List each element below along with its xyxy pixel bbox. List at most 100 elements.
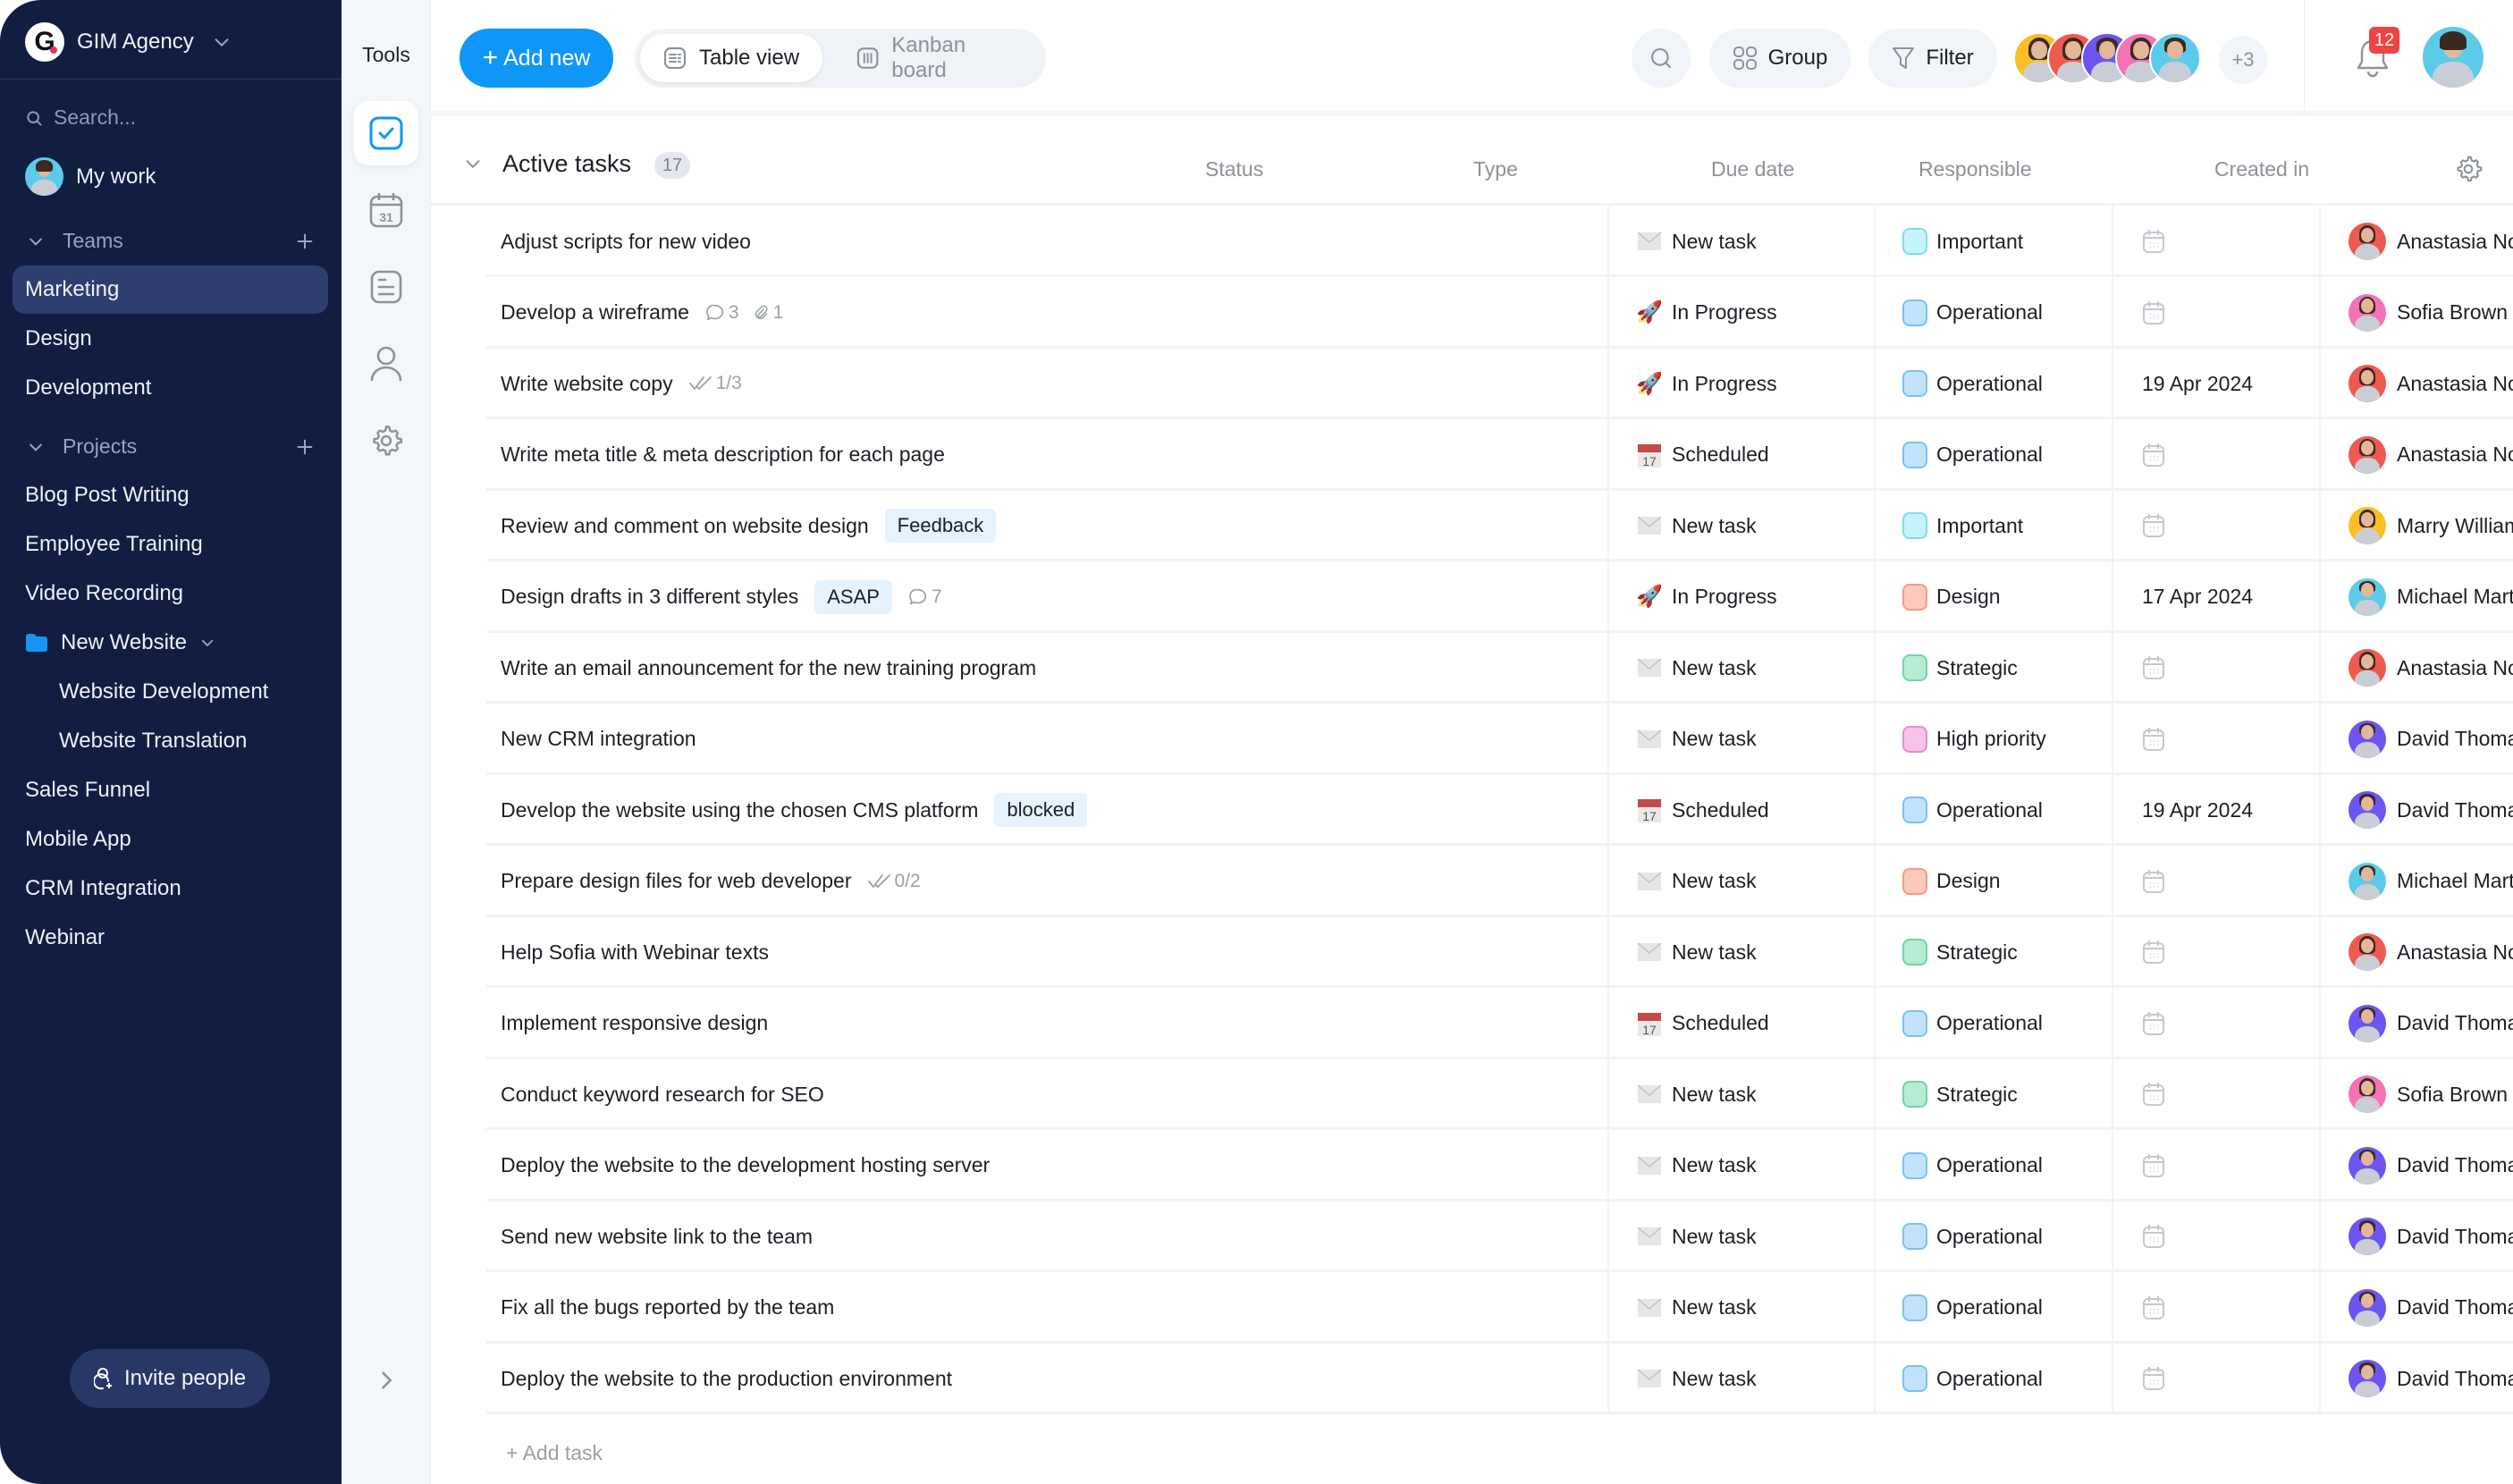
table-row[interactable]: New CRM integration New task High priori… [486, 703, 2513, 775]
responsible-cell[interactable]: Anastasia Novak [2349, 206, 2513, 277]
tool-tasks[interactable] [354, 101, 418, 165]
status-cell[interactable]: 🚀 In Progress [1636, 348, 1777, 419]
type-cell[interactable]: Operational [1902, 1343, 2043, 1414]
due-date-cell[interactable] [2142, 916, 2165, 988]
due-date-cell[interactable] [2142, 1272, 2165, 1344]
sidebar-item-project[interactable]: Mobile App [13, 815, 328, 864]
task-tag[interactable]: ASAP [814, 579, 892, 614]
table-row[interactable]: Deploy the website to the development ho… [486, 1129, 2513, 1202]
due-date-cell[interactable] [2142, 419, 2165, 491]
type-cell[interactable]: Design [1902, 561, 2001, 633]
task-title[interactable]: Write website copy [501, 372, 673, 396]
type-cell[interactable]: Design [1902, 846, 2001, 917]
type-cell[interactable]: Operational [1902, 1201, 2043, 1272]
settings-icon[interactable] [2453, 154, 2483, 184]
type-cell[interactable]: Important [1902, 206, 2023, 277]
checklist-progress[interactable]: 0/2 [867, 871, 921, 892]
responsible-cell[interactable]: Anastasia Novak [2349, 916, 2513, 988]
sidebar-item-team[interactable]: Development [13, 364, 328, 412]
task-title[interactable]: Deploy the website to the production env… [501, 1367, 952, 1391]
status-cell[interactable]: 17 Scheduled [1636, 419, 1769, 491]
status-cell[interactable]: New task [1636, 916, 1757, 988]
more-members-button[interactable]: +3 [2219, 36, 2267, 84]
type-cell[interactable]: Operational [1902, 1130, 2043, 1202]
status-cell[interactable]: New task [1636, 490, 1757, 561]
sidebar-item-project[interactable]: Blog Post Writing [13, 471, 328, 519]
table-row[interactable]: Send new website link to the team New ta… [486, 1201, 2513, 1272]
table-row[interactable]: Design drafts in 3 different styles ASAP 7… [486, 561, 2513, 633]
task-title[interactable]: Deploy the website to the development ho… [501, 1153, 990, 1177]
responsible-cell[interactable]: Anastasia Novak [2349, 348, 2513, 419]
task-title[interactable]: Design drafts in 3 different styles [501, 585, 798, 609]
search-button[interactable] [1632, 29, 1691, 88]
calendar-empty-icon[interactable] [2142, 443, 2165, 468]
table-row[interactable]: Prepare design files for web developer 0/… [486, 845, 2513, 917]
calendar-empty-icon[interactable] [2142, 869, 2165, 894]
responsible-cell[interactable]: David Thomas [2349, 704, 2513, 775]
chevron-down-icon[interactable] [463, 154, 483, 173]
status-cell[interactable]: New task [1636, 704, 1757, 775]
due-date-value[interactable]: 17 Apr 2024 [2142, 585, 2253, 609]
status-cell[interactable]: New task [1636, 1272, 1757, 1344]
responsible-cell[interactable]: David Thomas [2349, 1201, 2513, 1272]
status-cell[interactable]: New task [1636, 1201, 1757, 1272]
sidebar-item-project[interactable]: Website Translation [13, 717, 328, 765]
type-cell[interactable]: Operational [1902, 1272, 2043, 1344]
sidebar-item-project[interactable]: Video Recording [13, 569, 328, 618]
table-row[interactable]: Deploy the website to the production env… [486, 1343, 2513, 1414]
type-cell[interactable]: Strategic [1902, 632, 2018, 704]
sidebar-search[interactable]: Search... [25, 105, 136, 130]
tab-table-view[interactable]: Table view [640, 34, 823, 82]
due-date-cell[interactable] [2142, 1058, 2165, 1130]
responsible-cell[interactable]: Michael Martinez [2349, 846, 2513, 917]
status-cell[interactable]: New task [1636, 1130, 1757, 1202]
due-date-cell[interactable] [2142, 277, 2165, 349]
calendar-empty-icon[interactable] [2142, 1295, 2165, 1320]
expand-sidebar-icon[interactable] [374, 1368, 399, 1393]
due-date-value[interactable]: 19 Apr 2024 [2142, 372, 2253, 396]
due-date-cell[interactable] [2142, 206, 2165, 277]
tool-docs[interactable] [354, 255, 418, 319]
group-button[interactable]: Group [1709, 29, 1851, 88]
column-header-responsible[interactable]: Responsible [1918, 157, 2032, 181]
due-date-cell[interactable] [2142, 1201, 2165, 1272]
type-cell[interactable]: Operational [1902, 419, 2043, 491]
type-cell[interactable]: Important [1902, 490, 2023, 561]
table-row[interactable]: Write website copy 1/3 🚀 In Progress Opera… [486, 348, 2513, 419]
table-row[interactable]: Conduct keyword research for SEO New tas… [486, 1058, 2513, 1130]
calendar-empty-icon[interactable] [2142, 1224, 2165, 1249]
table-row[interactable]: Write an email announcement for the new … [486, 632, 2513, 704]
calendar-empty-icon[interactable] [2142, 1153, 2165, 1178]
filter-button[interactable]: Filter [1868, 29, 1997, 88]
task-title[interactable]: Fix all the bugs reported by the team [501, 1295, 834, 1320]
status-cell[interactable]: 17 Scheduled [1636, 774, 1769, 846]
table-row[interactable]: Fix all the bugs reported by the team Ne… [486, 1271, 2513, 1344]
sidebar-item-project[interactable]: Sales Funnel [13, 766, 328, 814]
status-cell[interactable]: New task [1636, 1058, 1757, 1130]
tool-calendar[interactable]: 31 [354, 178, 418, 242]
responsible-cell[interactable]: Michael Martinez [2349, 561, 2513, 633]
chevron-down-icon[interactable] [199, 635, 215, 651]
due-date-cell[interactable] [2142, 490, 2165, 561]
status-cell[interactable]: 🚀 In Progress [1636, 561, 1777, 633]
comment-count[interactable]: 3 [705, 302, 739, 324]
responsible-cell[interactable]: Marry Williams [2349, 490, 2513, 561]
due-date-cell[interactable] [2142, 1130, 2165, 1202]
responsible-cell[interactable]: David Thomas [2349, 774, 2513, 846]
status-cell[interactable]: New task [1636, 846, 1757, 917]
workspace-switcher[interactable]: G GIM Agency [25, 21, 232, 63]
status-cell[interactable]: 17 Scheduled [1636, 988, 1769, 1059]
type-cell[interactable]: Operational [1902, 988, 2043, 1059]
table-row[interactable]: Develop a wireframe 3 1 🚀 In Progress Opera… [486, 276, 2513, 349]
table-row[interactable]: Adjust scripts for new video New task Im… [486, 206, 2513, 277]
task-title[interactable]: Conduct keyword research for SEO [501, 1083, 824, 1107]
task-title[interactable]: Develop a wireframe [501, 300, 689, 325]
tool-people[interactable] [354, 332, 418, 396]
column-header-created-in[interactable]: Created in [2214, 157, 2309, 181]
responsible-cell[interactable]: Sofia Brown [2349, 277, 2508, 349]
calendar-empty-icon[interactable] [2142, 940, 2165, 965]
status-cell[interactable]: New task [1636, 1343, 1757, 1414]
status-cell[interactable]: New task [1636, 632, 1757, 704]
sidebar-item-team[interactable]: Design [13, 315, 328, 363]
calendar-empty-icon[interactable] [2142, 1366, 2165, 1391]
